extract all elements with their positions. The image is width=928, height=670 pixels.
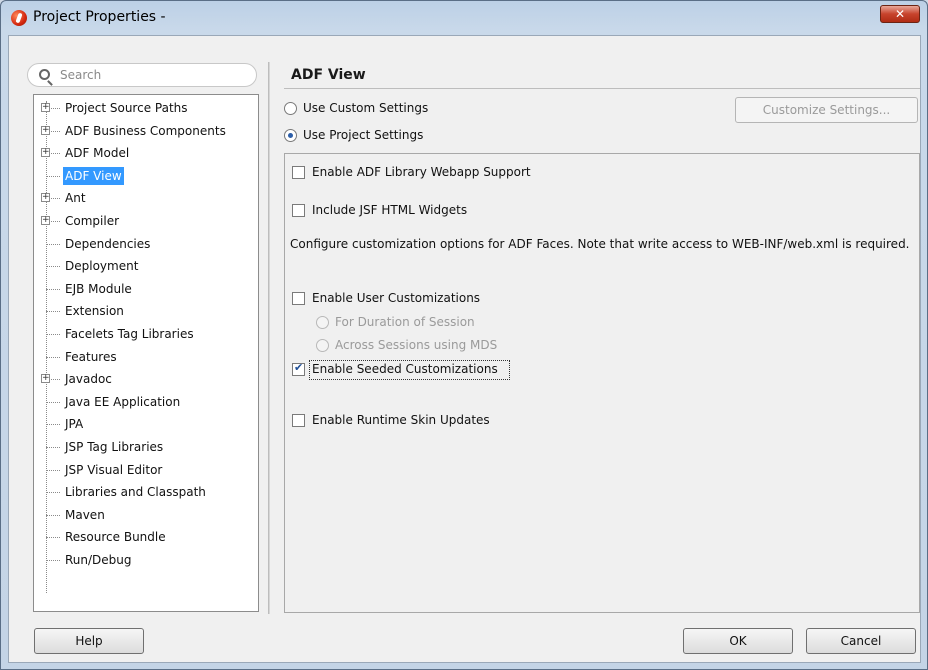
enable-runtime-skin-checkbox[interactable] bbox=[292, 414, 305, 427]
jdeveloper-app-icon bbox=[11, 10, 27, 26]
include-jsf-checkbox[interactable] bbox=[292, 204, 305, 217]
customize-settings-button[interactable]: Customize Settings... bbox=[735, 97, 918, 123]
tree-connector bbox=[46, 311, 60, 313]
tree-item[interactable]: + Compiler bbox=[34, 210, 258, 232]
tree-item-label[interactable]: ADF Business Components bbox=[63, 122, 228, 140]
use-custom-settings-radio[interactable] bbox=[284, 102, 297, 115]
tree-item[interactable]: Extension bbox=[34, 300, 258, 322]
tree-item-label[interactable]: Maven bbox=[63, 506, 107, 524]
tree-item-label[interactable]: Deployment bbox=[63, 257, 140, 275]
use-custom-settings-label[interactable]: Use Custom Settings bbox=[303, 101, 428, 115]
tree-item-label[interactable]: ADF View bbox=[63, 166, 124, 185]
tree-item[interactable]: + Project Source Paths bbox=[34, 97, 258, 119]
tree-item[interactable]: + Ant bbox=[34, 187, 258, 209]
title-bar[interactable]: Project Properties - ✕ bbox=[1, 1, 927, 35]
tree-item-label[interactable]: Java EE Application bbox=[63, 393, 182, 411]
expand-icon[interactable]: + bbox=[41, 125, 50, 135]
tree-item-label[interactable]: Extension bbox=[63, 302, 126, 320]
tree-connector bbox=[46, 175, 60, 177]
use-project-settings-label[interactable]: Use Project Settings bbox=[303, 128, 423, 142]
tree-item[interactable]: Libraries and Classpath bbox=[34, 481, 258, 503]
tree-connector bbox=[46, 334, 60, 335]
tree-item-label[interactable]: Compiler bbox=[63, 212, 121, 230]
expand-icon[interactable]: + bbox=[41, 103, 50, 112]
expand-icon[interactable]: + bbox=[41, 193, 50, 203]
help-button[interactable]: Help bbox=[34, 628, 144, 654]
tree-item[interactable]: EJB Module bbox=[34, 278, 258, 300]
search-box[interactable] bbox=[27, 63, 257, 87]
tree-item[interactable]: + ADF Business Components bbox=[34, 120, 258, 142]
tree-item[interactable]: Java EE Application bbox=[34, 391, 258, 413]
tree-item-label[interactable]: EJB Module bbox=[63, 280, 134, 298]
close-button[interactable]: ✕ bbox=[880, 5, 920, 23]
enable-user-customizations-label[interactable]: Enable User Customizations bbox=[312, 291, 480, 305]
tree-item-label[interactable]: Dependencies bbox=[63, 235, 152, 253]
tree-item-label[interactable]: JPA bbox=[63, 415, 85, 433]
enable-seeded-customizations-label[interactable]: Enable Seeded Customizations bbox=[312, 362, 498, 376]
pane-splitter[interactable] bbox=[268, 62, 270, 614]
tree-item-label[interactable]: Facelets Tag Libraries bbox=[63, 325, 196, 343]
enable-user-customizations-checkbox[interactable] bbox=[292, 292, 305, 305]
tree-item-label[interactable]: JSP Tag Libraries bbox=[63, 438, 165, 456]
tree-item[interactable]: Deployment bbox=[34, 255, 258, 277]
tree-connector bbox=[46, 537, 60, 539]
expand-icon[interactable]: + bbox=[41, 374, 50, 384]
search-icon bbox=[39, 69, 50, 80]
ok-button[interactable]: OK bbox=[683, 628, 793, 654]
tree-item-label[interactable]: Features bbox=[63, 348, 119, 366]
window-title: Project Properties - bbox=[33, 9, 166, 25]
tree-item[interactable]: Facelets Tag Libraries bbox=[34, 323, 258, 345]
include-jsf-label[interactable]: Include JSF HTML Widgets bbox=[312, 203, 467, 217]
use-project-settings-radio[interactable] bbox=[284, 129, 297, 142]
tree-item-label[interactable]: Run/Debug bbox=[63, 551, 134, 569]
tree-connector bbox=[46, 492, 60, 494]
tree-connector bbox=[46, 401, 60, 403]
duration-of-session-radio[interactable] bbox=[316, 316, 329, 329]
tree-item-label[interactable]: Libraries and Classpath bbox=[63, 483, 208, 501]
expand-icon[interactable]: + bbox=[41, 216, 50, 225]
tree-item-label[interactable]: Project Source Paths bbox=[63, 99, 190, 117]
tree-item[interactable]: + Javadoc bbox=[34, 368, 258, 390]
page-title: ADF View bbox=[291, 67, 366, 83]
tree-item-label[interactable]: ADF Model bbox=[63, 144, 131, 162]
settings-panel bbox=[284, 153, 920, 613]
tree-item[interactable]: + ADF Model bbox=[34, 142, 258, 164]
tree-item[interactable]: Dependencies bbox=[34, 233, 258, 255]
tree-item[interactable]: JSP Visual Editor bbox=[34, 459, 258, 481]
properties-tree[interactable]: + Project Source Paths + ADF Business Compo… bbox=[33, 94, 259, 612]
across-sessions-label: Across Sessions using MDS bbox=[335, 338, 498, 352]
tree-connector bbox=[46, 424, 60, 426]
enable-adf-library-checkbox[interactable] bbox=[292, 166, 305, 179]
tree-item[interactable]: JPA bbox=[34, 413, 258, 435]
enable-runtime-skin-label[interactable]: Enable Runtime Skin Updates bbox=[312, 413, 490, 427]
tree-item[interactable]: Resource Bundle bbox=[34, 526, 258, 548]
tree-item-label[interactable]: JSP Visual Editor bbox=[63, 461, 164, 479]
tree-item-label[interactable]: Resource Bundle bbox=[63, 528, 168, 546]
tree-connector bbox=[46, 266, 60, 268]
expand-icon[interactable]: + bbox=[41, 148, 50, 158]
search-input[interactable] bbox=[58, 66, 248, 84]
enable-adf-library-label[interactable]: Enable ADF Library Webapp Support bbox=[312, 165, 531, 179]
tree-item-label[interactable]: Javadoc bbox=[63, 370, 114, 388]
customization-description: Configure customization options for ADF … bbox=[290, 237, 910, 251]
enable-seeded-customizations-checkbox[interactable] bbox=[292, 361, 305, 376]
tree-item[interactable]: JSP Tag Libraries bbox=[34, 436, 258, 458]
tree-item[interactable]: Maven bbox=[34, 504, 258, 526]
tree-connector bbox=[46, 243, 60, 245]
tree-connector bbox=[46, 469, 60, 471]
duration-of-session-label: For Duration of Session bbox=[335, 315, 475, 329]
tree-item[interactable]: ADF View bbox=[34, 165, 258, 187]
tree-item[interactable]: Features bbox=[34, 346, 258, 368]
tree-connector bbox=[46, 356, 60, 358]
title-divider bbox=[284, 88, 920, 89]
tree-item[interactable]: Run/Debug bbox=[34, 549, 258, 571]
across-sessions-radio[interactable] bbox=[316, 339, 329, 352]
cancel-button[interactable]: Cancel bbox=[806, 628, 916, 654]
tree-connector bbox=[46, 560, 60, 561]
tree-connector bbox=[46, 447, 60, 448]
tree-connector bbox=[46, 514, 60, 516]
tree-connector bbox=[46, 288, 60, 290]
tree-item-label[interactable]: Ant bbox=[63, 189, 88, 207]
